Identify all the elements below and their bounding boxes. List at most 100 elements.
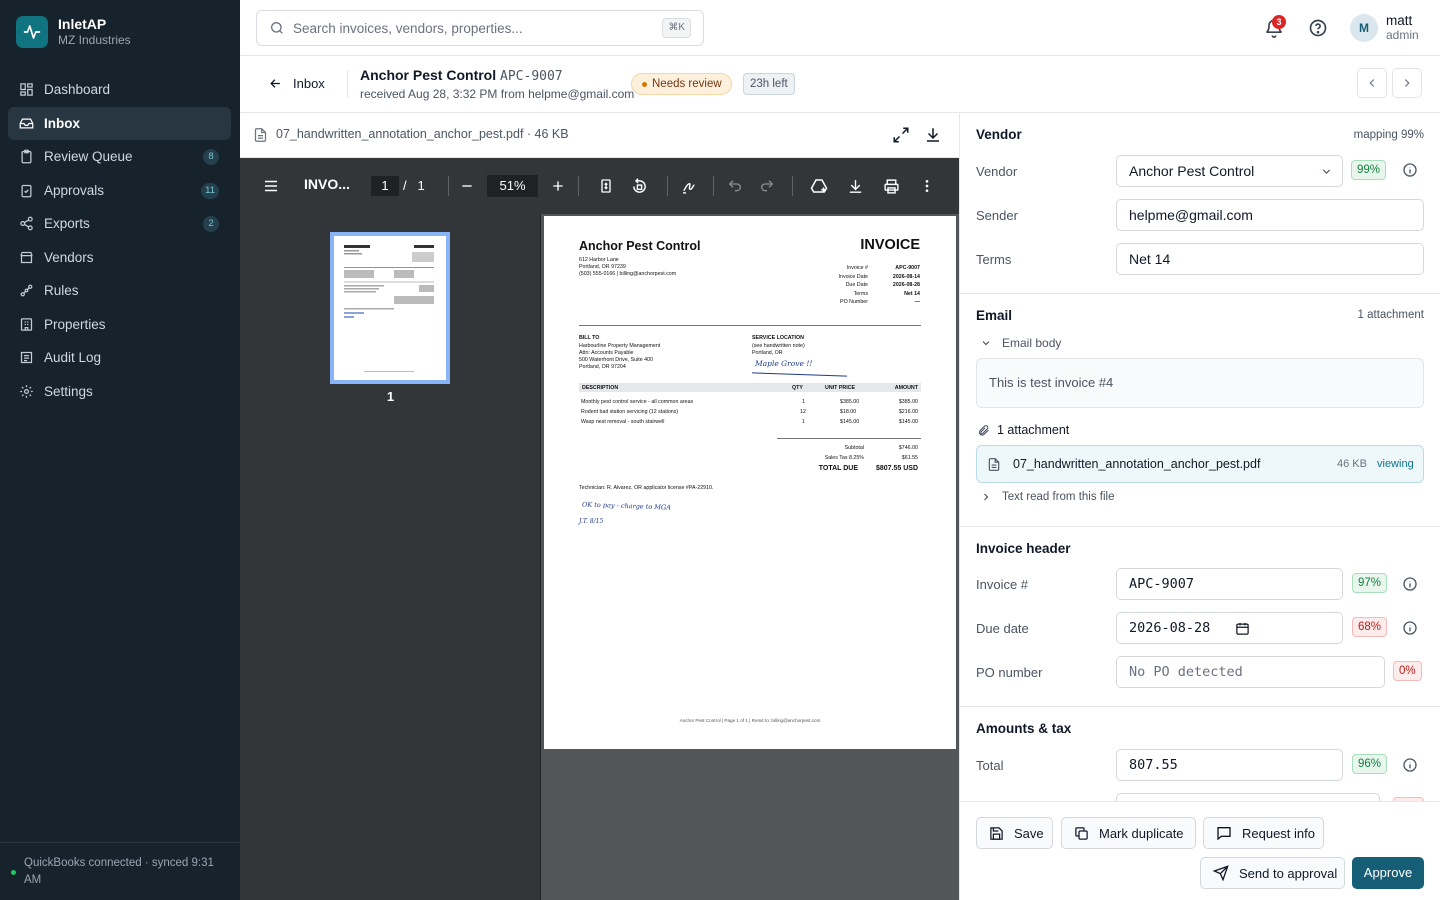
approvals-count-badge: 11 [201, 182, 219, 199]
back-to-inbox-button[interactable]: Inbox [268, 76, 325, 91]
doc-meta-key: Due Date [845, 282, 868, 288]
save-to-drive-icon[interactable] [809, 176, 829, 196]
terms-field[interactable]: Net 14 [1116, 243, 1424, 275]
vendor-select[interactable]: Anchor Pest Control [1116, 155, 1343, 187]
sender-field[interactable]: helpme@gmail.com [1116, 199, 1424, 231]
undo-icon[interactable] [725, 176, 745, 196]
sidebar-item-vendors[interactable]: Vendors [8, 241, 231, 275]
sidebar-item-review-queue[interactable]: Review Queue 8 [8, 140, 231, 174]
sidebar-item-audit-log[interactable]: Audit Log [8, 341, 231, 375]
sidebar-item-approvals[interactable]: Approvals 11 [8, 174, 231, 208]
email-body: This is test invoice #4 [976, 358, 1424, 408]
user-role: admin [1386, 28, 1419, 42]
request-info-button[interactable]: Request info [1203, 817, 1324, 849]
sidebar-item-label: Settings [44, 383, 93, 399]
thumbnail-preview-image [344, 245, 434, 372]
doc-handwritten-note: OK to pay - charge to MGA [581, 500, 672, 512]
attachments-label: 1 attachment [997, 423, 1070, 437]
invoice-title: Anchor Pest Control APC-9007 [360, 67, 563, 84]
copy-icon [1075, 826, 1088, 840]
invoice-details-panel: Vendor mapping 99% Vendor Anchor Pest Co… [959, 113, 1440, 900]
chevron-right-icon [984, 493, 989, 501]
email-section-title: Email [976, 308, 1013, 323]
zoom-out-icon[interactable] [457, 176, 477, 196]
menu-icon[interactable] [261, 176, 281, 196]
attachment-size: 46 KB [1337, 458, 1367, 470]
attachment-item[interactable]: 07_handwritten_annotation_anchor_pest.pd… [976, 445, 1424, 483]
doc-bill-to-line: Portland, OR 97204 [579, 363, 626, 370]
user-menu[interactable]: matt admin [1386, 13, 1419, 43]
doc-meta-value: — [914, 299, 920, 305]
page-number-input[interactable]: 1 [371, 176, 399, 196]
file-size-text: 46 KB [534, 127, 569, 141]
calendar-icon[interactable] [1235, 621, 1250, 636]
store-icon [18, 249, 34, 265]
po-number-label: PO number [976, 665, 1043, 680]
sidebar-item-rules[interactable]: Rules [8, 274, 231, 308]
invoice-vendor-name: Anchor Pest Control [360, 67, 497, 83]
doc-meta-value: APC-9007 [895, 265, 920, 271]
email-body-toggle[interactable]: Email body [980, 336, 1061, 350]
fit-page-icon[interactable] [596, 176, 616, 196]
doc-col-unit-price: UNIT PRICE [825, 384, 856, 391]
email-body-toggle-label: Email body [1002, 336, 1062, 350]
help-button[interactable] [1308, 18, 1328, 38]
expand-icon[interactable] [892, 126, 910, 144]
sync-status-dot-icon [11, 870, 16, 875]
clipboard-check-icon [18, 182, 34, 198]
page-thumbnail[interactable] [330, 232, 450, 384]
info-icon[interactable] [1402, 757, 1418, 773]
doc-meta-key: Invoice # [846, 265, 868, 271]
info-icon[interactable] [1402, 162, 1418, 178]
doc-line-unit: $18.00 [840, 409, 857, 415]
print-icon[interactable] [881, 176, 901, 196]
doc-meta-key: PO Number [840, 299, 868, 305]
chevron-down-icon [982, 341, 990, 346]
doc-handwritten-location: Maple Grove !! [755, 359, 813, 368]
info-icon[interactable] [1402, 576, 1418, 592]
draw-icon[interactable] [679, 176, 699, 196]
sidebar-item-exports[interactable]: Exports 2 [8, 207, 231, 241]
sidebar-item-inbox[interactable]: Inbox [8, 106, 231, 140]
sidebar-item-label: Vendors [44, 249, 94, 265]
search-input[interactable]: Search invoices, vendors, properties... … [256, 10, 704, 46]
page-separator: / [403, 178, 407, 193]
more-vertical-icon[interactable] [917, 176, 937, 196]
notifications-button[interactable]: 3 [1264, 15, 1286, 38]
zoom-in-icon[interactable] [548, 176, 568, 196]
due-date-field[interactable]: 2026-08-28 [1116, 612, 1343, 644]
invoice-number-field[interactable]: APC-9007 [1116, 568, 1343, 600]
rotate-icon[interactable] [629, 176, 649, 196]
sidebar-item-label: Exports [44, 216, 90, 232]
attachment-viewing-status: viewing [1377, 458, 1414, 470]
file-icon [254, 128, 267, 142]
search-shortcut-hint: ⌘K [662, 18, 691, 38]
brand[interactable]: InletAP MZ Industries [16, 16, 131, 48]
save-button[interactable]: Save [976, 817, 1053, 849]
log-icon [18, 350, 34, 366]
zoom-level[interactable]: 51% [487, 175, 538, 197]
download-icon[interactable] [924, 126, 942, 144]
redo-icon[interactable] [757, 176, 777, 196]
download-icon[interactable] [845, 176, 865, 196]
sidebar-item-properties[interactable]: Properties [8, 308, 231, 342]
avatar[interactable]: M [1350, 14, 1378, 42]
section-divider [960, 526, 1440, 527]
extracted-text-toggle[interactable]: Text read from this file [980, 491, 1114, 503]
doc-handwritten-initials: J.T. 8/15 [579, 518, 604, 525]
sidebar-item-dashboard[interactable]: Dashboard [8, 73, 231, 107]
sidebar-item-settings[interactable]: Settings [8, 375, 231, 409]
next-invoice-button[interactable] [1392, 68, 1422, 98]
app-root: InletAP MZ Industries Dashboard Inbox Re… [0, 0, 1440, 900]
doc-line-desc: Monthly pest control service - all commo… [581, 399, 694, 405]
approve-button[interactable]: Approve [1352, 857, 1424, 889]
vendor-label: Vendor [976, 164, 1018, 179]
po-number-field[interactable]: No PO detected [1116, 656, 1385, 688]
doc-tax-label: Sales Tax 8.25% [824, 455, 864, 461]
invoice-number: APC-9007 [500, 69, 563, 84]
send-to-approval-button[interactable]: Send to approval [1200, 857, 1345, 889]
info-icon[interactable] [1402, 620, 1418, 636]
total-amount-field[interactable]: 807.55 [1116, 749, 1343, 781]
previous-invoice-button[interactable] [1357, 68, 1387, 98]
mark-duplicate-button[interactable]: Mark duplicate [1061, 817, 1196, 849]
